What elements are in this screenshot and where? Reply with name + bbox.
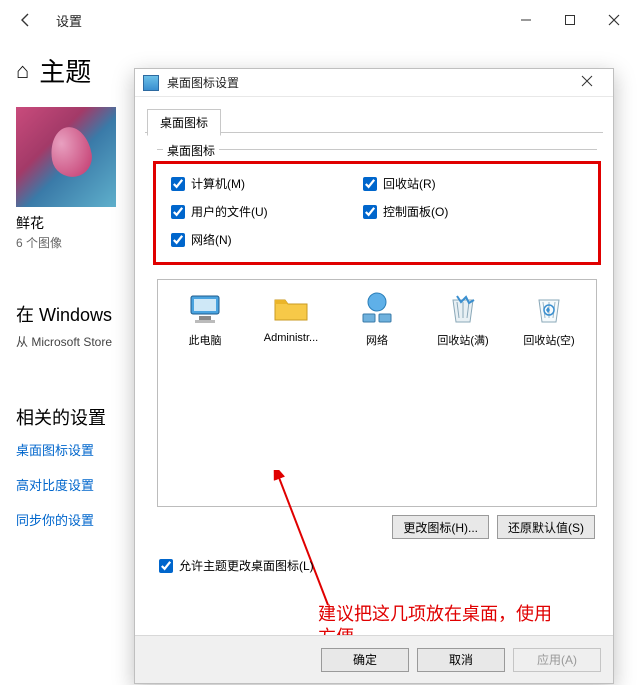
desktop-icon-settings-dialog: 桌面图标设置 桌面图标 桌面图标 计算机(M) 用户的文件(U) 网络(N) 回… [134,68,614,684]
icon-preview-well: 此电脑 Administr... 网络 回收站(满) [157,279,597,507]
checkbox-user-files-label: 用户的文件(U) [191,203,268,220]
home-icon[interactable]: ⌂ [16,58,29,84]
checkbox-recycle-bin-label: 回收站(R) [383,175,436,192]
theme-thumbnail[interactable] [16,107,116,207]
settings-titlebar: 设置 [0,0,640,40]
cancel-button[interactable]: 取消 [417,648,505,672]
back-button[interactable] [4,4,48,36]
computer-icon [185,288,225,328]
allow-theme-change-input[interactable] [159,559,173,573]
allow-theme-change-checkbox[interactable]: 允许主题更改桌面图标(L) [159,557,314,574]
checkbox-recycle-bin[interactable]: 回收站(R) [363,175,436,192]
checkbox-computer-label: 计算机(M) [191,175,245,192]
checkbox-control-panel-label: 控制面板(O) [383,203,448,220]
icon-label-recycle-full: 回收站(满) [423,332,503,348]
icon-item-network[interactable]: 网络 [334,288,420,348]
checkbox-control-panel[interactable]: 控制面板(O) [363,203,448,220]
close-button[interactable] [592,4,636,36]
checkbox-network[interactable]: 网络(N) [171,231,232,248]
user-folder-icon [271,288,311,328]
icon-label-admin: Administr... [251,332,331,344]
dialog-close-button[interactable] [567,75,607,90]
recycle-empty-icon [529,288,569,328]
checkbox-user-files[interactable]: 用户的文件(U) [171,203,268,220]
checkbox-computer[interactable]: 计算机(M) [171,175,245,192]
checkbox-control-panel-input[interactable] [363,205,377,219]
dialog-title: 桌面图标设置 [167,74,239,91]
checkbox-recycle-bin-input[interactable] [363,177,377,191]
window-title: 设置 [56,11,82,30]
change-icon-button[interactable]: 更改图标(H)... [392,515,489,539]
icon-item-this-pc[interactable]: 此电脑 [162,288,248,348]
dialog-titlebar: 桌面图标设置 [135,69,613,97]
allow-theme-change-label: 允许主题更改桌面图标(L) [179,557,314,574]
ok-button[interactable]: 确定 [321,648,409,672]
minimize-button[interactable] [504,4,548,36]
page-title: 主题 [39,52,91,89]
tab-strip: 桌面图标 [145,105,603,133]
dialog-footer: 确定 取消 应用(A) [135,635,613,683]
checkbox-network-input[interactable] [171,233,185,247]
dialog-icon [143,75,159,91]
annotation-arrow [268,470,338,610]
checkbox-network-label: 网络(N) [191,231,232,248]
recycle-full-icon [443,288,483,328]
restore-default-button[interactable]: 还原默认值(S) [497,515,595,539]
checkbox-user-files-input[interactable] [171,205,185,219]
icon-item-recycle-full[interactable]: 回收站(满) [420,288,506,348]
icon-buttons-row: 更改图标(H)... 还原默认值(S) [135,515,595,539]
apply-button[interactable]: 应用(A) [513,648,601,672]
network-icon [357,288,397,328]
icon-label-recycle-empty: 回收站(空) [509,332,589,348]
maximize-button[interactable] [548,4,592,36]
group-title: 桌面图标 [163,142,219,159]
icon-item-recycle-empty[interactable]: 回收站(空) [506,288,592,348]
tab-desktop-icons[interactable]: 桌面图标 [147,109,221,136]
icon-label-this-pc: 此电脑 [165,332,245,348]
icon-label-network: 网络 [337,332,417,348]
icon-item-admin[interactable]: Administr... [248,288,334,348]
checkbox-computer-input[interactable] [171,177,185,191]
